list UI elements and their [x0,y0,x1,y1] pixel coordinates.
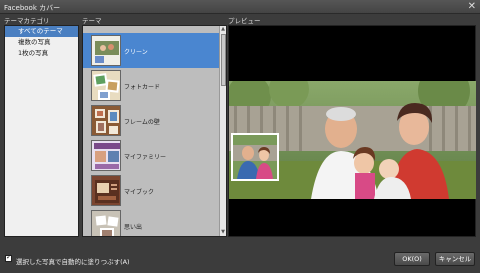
theme-item-clean[interactable]: クリーン [83,33,220,68]
theme-column-label: テーマ [82,17,102,25]
theme-item-frame-wall[interactable]: フレームの壁 [83,103,220,138]
theme-item-my-book[interactable]: マイブック [83,173,220,208]
theme-thumbnail [91,210,121,236]
scroll-up-icon[interactable]: ▲ [220,26,226,33]
close-icon[interactable]: ✕ [468,1,476,12]
theme-label: マイブック [124,189,155,196]
theme-label: フォトカード [124,84,161,91]
category-column-label: テーマカテゴリ [4,17,50,25]
title-bar: Facebook カバー ✕ [0,0,480,14]
theme-scrollbar[interactable]: ▲ ▼ [219,26,226,236]
theme-thumbnail [91,175,121,206]
auto-fill-checkbox[interactable]: ✓ [5,253,12,262]
category-item-all[interactable]: すべてのテーマ [5,26,78,37]
theme-thumbnail [91,35,121,66]
category-list: すべてのテーマ 複数の写真 1枚の写真 [4,25,79,237]
window-title: Facebook カバー [4,4,61,12]
theme-label: フレームの壁 [124,119,160,126]
theme-item-my-family[interactable]: マイファミリー [83,138,220,173]
theme-list: クリーン フォトカード フレームの壁 マイファミリー マイブック 思い出 ▲ ▼ [82,25,227,237]
theme-thumbnail [91,140,121,171]
auto-fill-label[interactable]: 選択した写真で自動的に塗りつぶす(A) [16,256,130,266]
theme-label: クリーン [124,49,148,56]
ok-button[interactable]: OK(O) [394,252,430,266]
theme-label: 思い出 [124,224,143,231]
category-item-single-photo[interactable]: 1枚の写真 [5,48,78,59]
profile-photo-inset [231,133,279,181]
theme-item-memories[interactable]: 思い出 [83,208,220,236]
dialog-footer: ✓ 選択した写真で自動的に塗りつぶす(A) OK(O) キャンセル [0,238,480,273]
theme-thumbnail [91,105,121,136]
preview-column-label: プレビュー [228,17,261,25]
theme-label: マイファミリー [124,154,167,161]
scroll-down-icon[interactable]: ▼ [220,229,226,236]
preview-panel [228,25,476,237]
scrollbar-thumb[interactable] [221,34,226,86]
category-item-multi-photo[interactable]: 複数の写真 [5,37,78,48]
theme-item-photo-card[interactable]: フォトカード [83,68,220,103]
checkmark-icon: ✓ [6,253,12,261]
cancel-button[interactable]: キャンセル [435,252,475,266]
theme-thumbnail [91,70,121,101]
